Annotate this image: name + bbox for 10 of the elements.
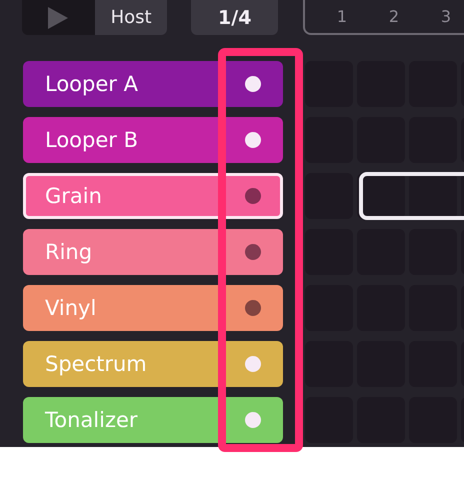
scene-number[interactable]: 1: [316, 0, 368, 33]
scene-number[interactable]: 2: [368, 0, 420, 33]
track-button[interactable]: Looper A: [23, 61, 283, 107]
track-button[interactable]: Vinyl: [23, 285, 283, 331]
sync-source-label[interactable]: Host: [94, 0, 168, 35]
scene-number[interactable]: 3: [420, 0, 464, 33]
track-button[interactable]: Ring: [23, 229, 283, 275]
track-button[interactable]: Looper B: [23, 117, 283, 163]
page-button[interactable]: 1/4: [191, 0, 278, 35]
track-button[interactable]: Grain: [23, 173, 283, 219]
